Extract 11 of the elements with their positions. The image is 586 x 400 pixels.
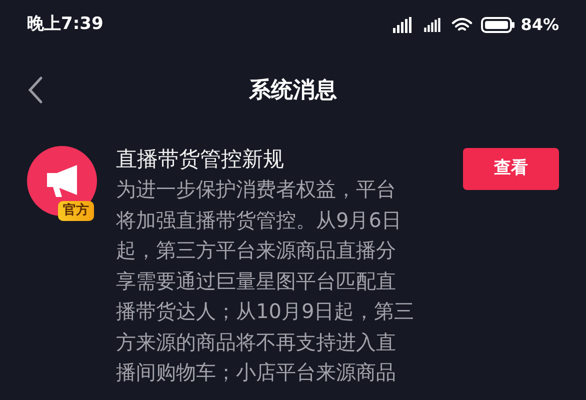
battery-percent: 84% (520, 14, 559, 36)
page-title: 系统消息 (249, 76, 337, 104)
wifi-icon (450, 17, 473, 33)
official-badge: 官方 (58, 201, 94, 221)
view-button[interactable]: 查看 (463, 148, 559, 190)
battery-icon (480, 17, 515, 33)
message-body: 为进一步保护消费者权益，平台 将加强直播带货管控。从9月6日 起，第三方平台来源商品直播分 享需要通过巨量星图平台匹配直 播带货达人；从10月9日起，第三 方来源的商品将不再支持进入直 播间购物车；小店平台来源商品 (116, 176, 416, 386)
message-title: 直播带货管控新规 (116, 146, 285, 172)
signal-icon (390, 17, 413, 33)
status-time: 晚上7:39 (27, 13, 104, 36)
back-icon[interactable] (27, 76, 43, 104)
